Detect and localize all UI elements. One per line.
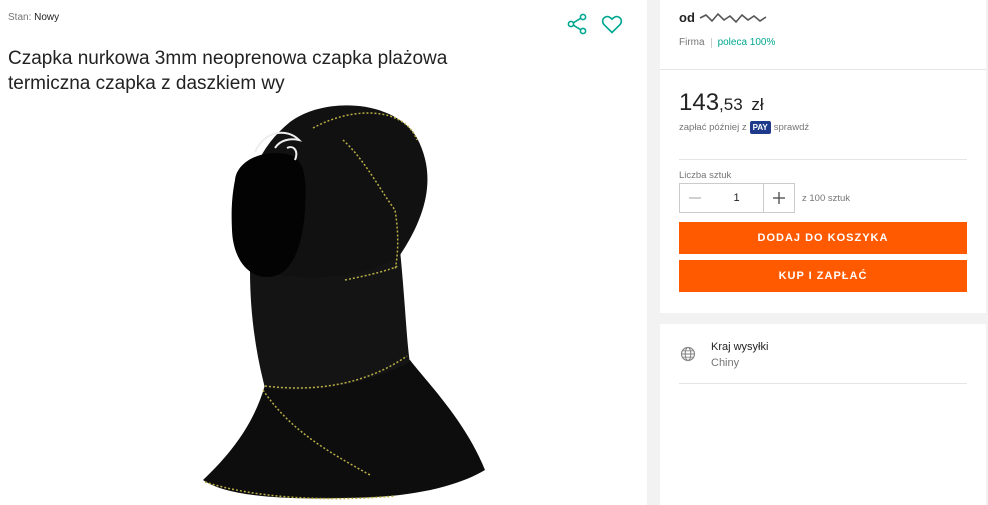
quantity-available: z 100 sztuk (802, 193, 851, 204)
divider (660, 69, 986, 70)
heart-icon[interactable] (600, 12, 624, 36)
divider (679, 159, 967, 160)
buy-now-button[interactable]: KUP I ZAPŁAĆ (679, 260, 967, 292)
price: 143,53 zł (679, 89, 764, 117)
condition: Stan: Nowy (8, 12, 59, 23)
globe-icon (680, 346, 696, 362)
seller-type: Firma (679, 37, 705, 48)
increase-quantity-button[interactable] (762, 184, 795, 212)
pay-later-link[interactable]: sprawdź (774, 122, 809, 133)
seller-meta: Firma poleca 100% (679, 37, 775, 48)
price-decimal: ,53 (719, 95, 743, 114)
decrease-quantity-button[interactable] (680, 184, 711, 212)
seller-recommend[interactable]: poleca 100% (718, 37, 776, 48)
plus-icon (772, 192, 785, 204)
price-currency: zł (751, 95, 764, 114)
divider (679, 383, 967, 384)
quantity-stepper (679, 183, 795, 213)
pay-later: zapłać później z PAY sprawdź (679, 121, 809, 134)
seller-name-obscured (699, 12, 767, 23)
seller-name[interactable]: od (679, 10, 768, 25)
quantity-label: Liczba sztuk (679, 170, 732, 181)
purchase-card: od Firma poleca 100% 143,53 zł zapłać pó… (660, 0, 986, 313)
shipping-value: Chiny (711, 357, 740, 369)
shipping-card: Kraj wysyłki Chiny (660, 324, 986, 505)
add-to-cart-button[interactable]: DODAJ DO KOSZYKA (679, 222, 967, 254)
minus-icon (689, 197, 702, 199)
shipping-label: Kraj wysyłki (711, 341, 769, 353)
product-title: Czapka nurkowa 3mm neoprenowa czapka pla… (8, 47, 448, 94)
quantity-input[interactable] (710, 184, 763, 212)
diving-hood-photo (203, 105, 485, 500)
seller-prefix: od (679, 10, 695, 25)
product-image[interactable] (195, 100, 495, 505)
pay-badge: PAY (749, 121, 771, 134)
share-icon[interactable] (565, 12, 589, 36)
separator (710, 37, 712, 48)
condition-value: Nowy (34, 12, 60, 23)
pay-later-text: zapłać później z (679, 122, 747, 133)
condition-label: Stan: (8, 12, 32, 23)
product-panel: Stan: Nowy Czapka nurkowa 3mm neoprenowa… (0, 0, 647, 505)
price-integer: 143 (679, 89, 720, 116)
